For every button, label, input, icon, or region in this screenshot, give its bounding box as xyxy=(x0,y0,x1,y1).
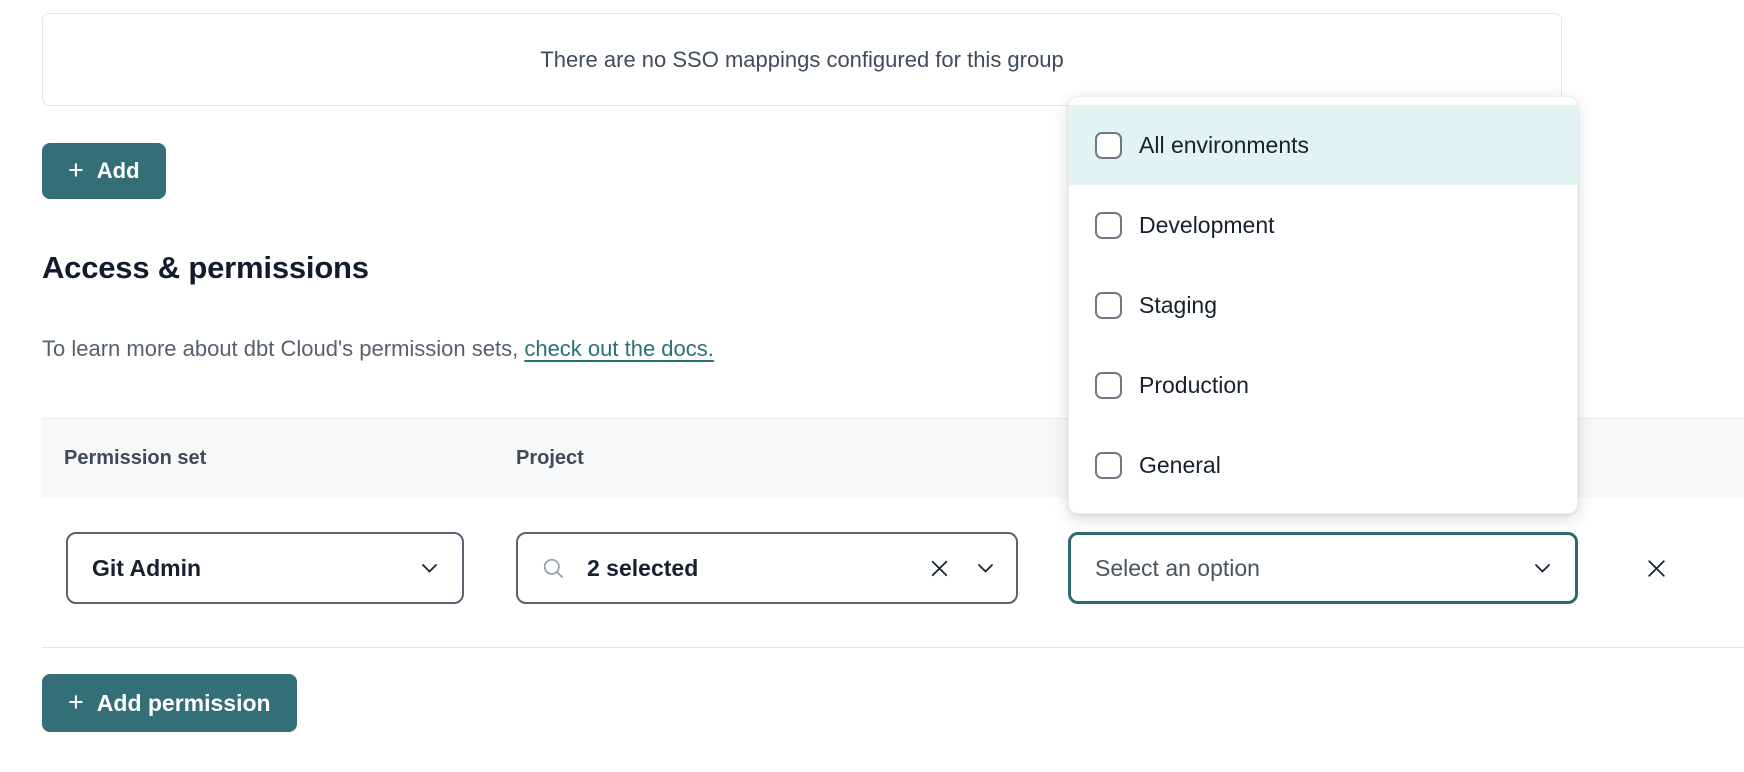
dropdown-option-all-environments[interactable]: All environments xyxy=(1069,105,1577,185)
dropdown-option-label: Production xyxy=(1139,372,1249,399)
column-header-permission-set: Permission set xyxy=(64,447,206,470)
dropdown-option-label: Development xyxy=(1139,212,1275,239)
description-text: To learn more about dbt Cloud's permissi… xyxy=(42,336,524,361)
checkbox-unchecked-icon[interactable] xyxy=(1095,452,1122,479)
dropdown-option-label: Staging xyxy=(1139,292,1217,319)
add-permission-button[interactable]: + Add permission xyxy=(42,674,297,732)
plus-icon: + xyxy=(68,157,84,184)
permission-set-value: Git Admin xyxy=(92,555,201,582)
add-button-label: Add xyxy=(97,158,140,184)
page-title: Access & permissions xyxy=(42,250,369,286)
checkbox-unchecked-icon[interactable] xyxy=(1095,132,1122,159)
project-selection-value: 2 selected xyxy=(587,555,698,582)
dropdown-option-general[interactable]: General xyxy=(1069,425,1577,505)
permission-set-select[interactable]: Git Admin xyxy=(66,532,464,604)
project-multiselect[interactable]: 2 selected xyxy=(516,532,1018,604)
dropdown-option-label: General xyxy=(1139,452,1221,479)
chevron-down-icon xyxy=(421,563,438,574)
plus-icon: + xyxy=(68,689,84,716)
add-sso-mapping-button[interactable]: + Add xyxy=(42,143,166,199)
group-settings-page: There are no SSO mappings configured for… xyxy=(0,0,1744,772)
sso-empty-message: There are no SSO mappings configured for… xyxy=(540,47,1063,73)
dropdown-option-development[interactable]: Development xyxy=(1069,185,1577,265)
add-permission-label: Add permission xyxy=(97,690,271,717)
chevron-down-icon xyxy=(977,563,994,574)
sso-mappings-empty-state: There are no SSO mappings configured for… xyxy=(42,13,1562,106)
dropdown-option-label: All environments xyxy=(1139,132,1309,159)
environment-select[interactable]: Select an option xyxy=(1068,532,1578,604)
remove-permission-row-button[interactable] xyxy=(1636,548,1676,588)
checkbox-unchecked-icon[interactable] xyxy=(1095,372,1122,399)
clear-selection-icon[interactable] xyxy=(928,557,951,580)
checkbox-unchecked-icon[interactable] xyxy=(1095,292,1122,319)
search-icon xyxy=(540,555,567,582)
close-icon xyxy=(1644,556,1669,581)
checkbox-unchecked-icon[interactable] xyxy=(1095,212,1122,239)
chevron-down-icon xyxy=(1534,563,1551,574)
row-divider xyxy=(42,647,1744,648)
dropdown-option-staging[interactable]: Staging xyxy=(1069,265,1577,345)
dropdown-option-production[interactable]: Production xyxy=(1069,345,1577,425)
column-header-project: Project xyxy=(516,447,584,470)
environment-dropdown-menu: All environments Development Staging Pro… xyxy=(1068,96,1578,514)
environment-select-placeholder: Select an option xyxy=(1095,555,1260,582)
section-description: To learn more about dbt Cloud's permissi… xyxy=(42,336,714,362)
docs-link[interactable]: check out the docs. xyxy=(524,336,714,361)
